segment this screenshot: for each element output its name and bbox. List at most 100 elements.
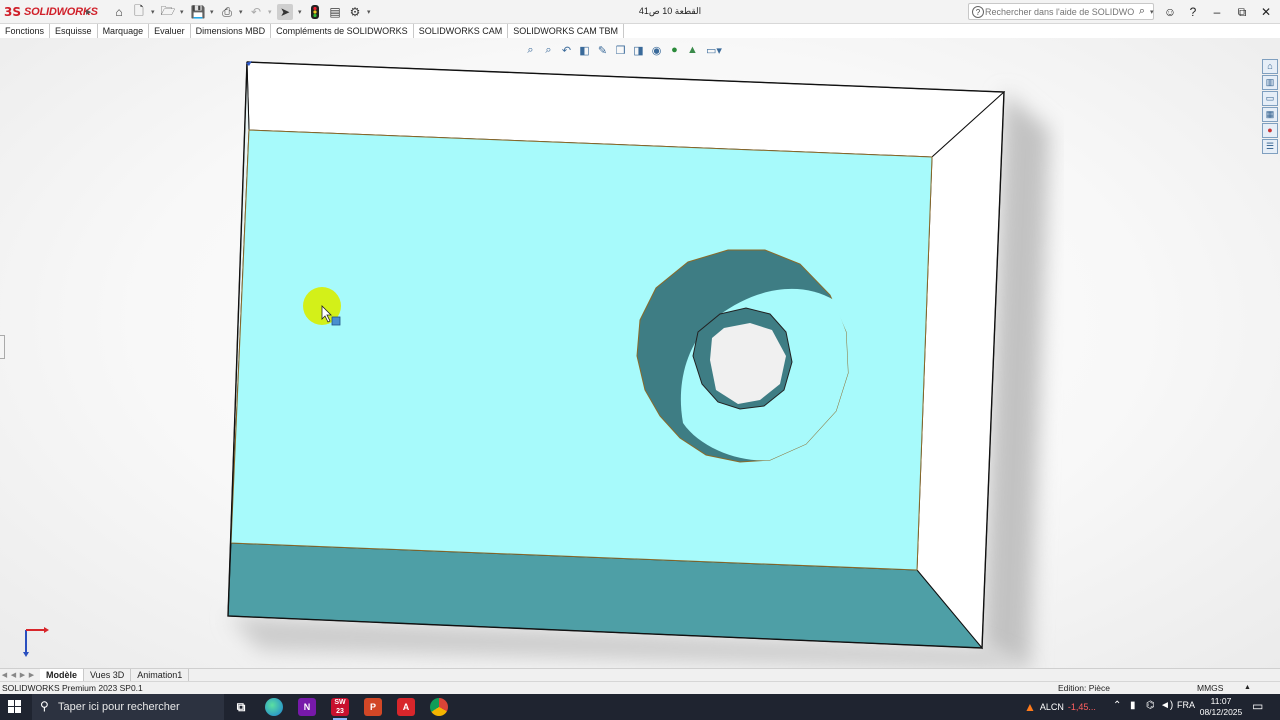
- search-icon[interactable]: ⌕: [1139, 5, 1145, 18]
- powerpoint-icon[interactable]: P: [364, 698, 382, 716]
- windows-start-icon[interactable]: [8, 700, 22, 714]
- stock-widget[interactable]: ▲ ALCN -1,45...: [1024, 700, 1096, 714]
- chevron-down-icon[interactable]: ▾: [151, 8, 155, 16]
- close-button[interactable]: ✕: [1257, 3, 1275, 21]
- display-style-icon[interactable]: ◨: [630, 42, 647, 58]
- hide-show-icon[interactable]: ◉: [648, 42, 665, 58]
- chrome-icon[interactable]: [430, 698, 448, 716]
- task-view-icon[interactable]: ⧉: [232, 698, 250, 716]
- home-icon[interactable]: ⌂: [111, 4, 127, 20]
- command-manager-tabs: Fonctions Esquisse Marquage Evaluer Dime…: [0, 24, 625, 38]
- product-version: SOLIDWORKS Premium 2023 SP0.1: [2, 683, 143, 693]
- tab-solidworks-cam-tbm[interactable]: SOLIDWORKS CAM TBM: [508, 24, 625, 38]
- unit-system[interactable]: MMGS: [1197, 682, 1223, 694]
- traffic-light-icon[interactable]: [307, 4, 323, 20]
- select-arrow-icon[interactable]: ➤: [277, 4, 293, 20]
- account-icon[interactable]: ☺: [1161, 3, 1179, 21]
- custom-properties-icon[interactable]: ☰: [1262, 139, 1278, 154]
- first-tab-arrow-icon[interactable]: ◀: [0, 671, 9, 679]
- dynamic-annotation-icon[interactable]: ✎: [594, 42, 611, 58]
- tab-modele[interactable]: Modèle: [40, 669, 85, 681]
- menu-expand-caret-icon[interactable]: ▶: [86, 8, 91, 16]
- face-select-indicator-icon: [331, 316, 341, 326]
- search-icon: ⚲: [40, 699, 49, 713]
- solidworks-icon[interactable]: SW 23: [331, 698, 349, 720]
- system-clock[interactable]: 11:07 08/12/2025: [1198, 696, 1244, 718]
- open-folder-icon[interactable]: 🗁: [160, 4, 176, 20]
- tab-dimensions-mbd[interactable]: Dimensions MBD: [191, 24, 272, 38]
- network-icon[interactable]: ⌬: [1146, 700, 1155, 711]
- appearances-icon[interactable]: ●: [1262, 123, 1278, 138]
- tab-animation1[interactable]: Animation1: [131, 669, 190, 681]
- chevron-down-icon[interactable]: ▾: [1150, 8, 1154, 16]
- chevron-down-icon[interactable]: ▾: [210, 8, 214, 16]
- undo-icon[interactable]: ↶: [248, 4, 264, 20]
- last-tab-arrow-icon[interactable]: ▶: [27, 671, 36, 679]
- options-gear-icon[interactable]: ⚙: [347, 4, 363, 20]
- view-orientation-icon[interactable]: ❒: [612, 42, 629, 58]
- tab-esquisse[interactable]: Esquisse: [50, 24, 98, 38]
- prev-tab-arrow-icon[interactable]: ◀: [9, 671, 18, 679]
- help-icon[interactable]: ?: [1184, 3, 1202, 21]
- chevron-up-icon[interactable]: ▲: [1244, 682, 1251, 694]
- help-search[interactable]: ? ⌕: [968, 3, 1154, 20]
- save-icon[interactable]: 💾: [190, 4, 206, 20]
- minimize-button[interactable]: –: [1208, 3, 1226, 21]
- part-model[interactable]: [0, 38, 1280, 668]
- status-bar: SOLIDWORKS Premium 2023 SP0.1 Edition: P…: [0, 681, 1280, 694]
- title-bar: 3S SOLIDWORKS ▶ ⌂ 🗋 ▾ 🗁 ▾ 💾 ▾ ⎙ ▾ ↶ ▾ ➤ …: [0, 0, 1280, 24]
- task-pane-tabs: ⌂ ▥ ▭ ▦ ● ☰: [1262, 59, 1278, 154]
- print-icon[interactable]: ⎙: [219, 4, 235, 20]
- tab-marquage[interactable]: Marquage: [98, 24, 150, 38]
- view-settings-icon[interactable]: ▭▾: [702, 42, 726, 58]
- edit-appearance-icon[interactable]: ●: [666, 42, 683, 58]
- acrobat-icon[interactable]: A: [397, 698, 415, 716]
- help-question-icon: ?: [972, 6, 984, 18]
- chevron-down-icon[interactable]: ▾: [367, 8, 371, 16]
- stock-symbol: ALCN: [1039, 702, 1064, 712]
- input-language[interactable]: FRA: [1177, 700, 1195, 710]
- tab-vues-3d[interactable]: Vues 3D: [84, 669, 132, 681]
- microphone-icon[interactable]: ▮: [1130, 700, 1136, 711]
- clock-time: 11:07: [1210, 696, 1232, 706]
- volume-icon[interactable]: ◄): [1160, 700, 1173, 711]
- previous-view-icon[interactable]: ↶: [558, 42, 575, 58]
- tab-solidworks-cam[interactable]: SOLIDWORKS CAM: [414, 24, 509, 38]
- restore-button[interactable]: ⧉: [1233, 3, 1251, 21]
- stock-change: -1,45...: [1067, 702, 1096, 712]
- chevron-down-icon[interactable]: ▾: [298, 8, 302, 16]
- windows-taskbar: ⚲ ⧉ N SW23 P A ▲ ALCN -1,45... ⌃ ▮ ⌬ ◄) …: [0, 694, 1280, 720]
- tab-evaluer[interactable]: Evaluer: [149, 24, 191, 38]
- show-hidden-icons-chevron-icon[interactable]: ⌃: [1113, 700, 1121, 711]
- view-palette-icon[interactable]: ▦: [1262, 107, 1278, 122]
- taskbar-search[interactable]: ⚲: [32, 694, 224, 720]
- stock-trend-icon: ▲: [1024, 700, 1036, 714]
- help-search-input[interactable]: [985, 5, 1135, 19]
- tab-complements[interactable]: Compléments de SOLIDWORKS: [271, 24, 414, 38]
- graphics-area[interactable]: ⌕ ⌕ ↶ ◧ ✎ ❒ ◨ ◉ ● ▲ ▭▾ ⧉ ⧉ – ⧉ ✕ ⌂ ▥ ▭ ▦…: [0, 38, 1280, 668]
- heads-up-view-toolbar: ⌕ ⌕ ↶ ◧ ✎ ❒ ◨ ◉ ● ▲ ▭▾: [522, 42, 726, 58]
- apply-scene-icon[interactable]: ▲: [684, 42, 701, 58]
- feature-manager-collapse-handle[interactable]: [0, 335, 5, 359]
- solidworks-logo[interactable]: 3S SOLIDWORKS: [4, 5, 98, 19]
- tab-fonctions[interactable]: Fonctions: [0, 24, 51, 38]
- clock-date: 08/12/2025: [1199, 707, 1243, 717]
- file-explorer-icon[interactable]: ▭: [1262, 91, 1278, 106]
- file-properties-icon[interactable]: ▤: [327, 4, 343, 20]
- chevron-down-icon[interactable]: ▾: [180, 8, 184, 16]
- taskbar-search-input[interactable]: [58, 699, 218, 715]
- edge-icon[interactable]: [265, 698, 283, 716]
- onenote-icon[interactable]: N: [298, 698, 316, 716]
- section-view-icon[interactable]: ◧: [576, 42, 593, 58]
- ds-logo-mark: 3S: [4, 5, 21, 19]
- design-library-icon[interactable]: ▥: [1262, 75, 1278, 90]
- next-tab-arrow-icon[interactable]: ▶: [18, 671, 27, 679]
- new-document-icon[interactable]: 🗋: [131, 4, 147, 20]
- chevron-down-icon[interactable]: ▾: [268, 8, 272, 16]
- zoom-area-icon[interactable]: ⌕: [540, 42, 557, 58]
- notifications-icon[interactable]: ▭: [1252, 699, 1263, 713]
- chevron-down-icon[interactable]: ▾: [239, 8, 243, 16]
- home-icon[interactable]: ⌂: [1262, 59, 1278, 74]
- edit-mode: Edition: Pièce: [1058, 683, 1110, 693]
- zoom-to-fit-icon[interactable]: ⌕: [522, 42, 539, 58]
